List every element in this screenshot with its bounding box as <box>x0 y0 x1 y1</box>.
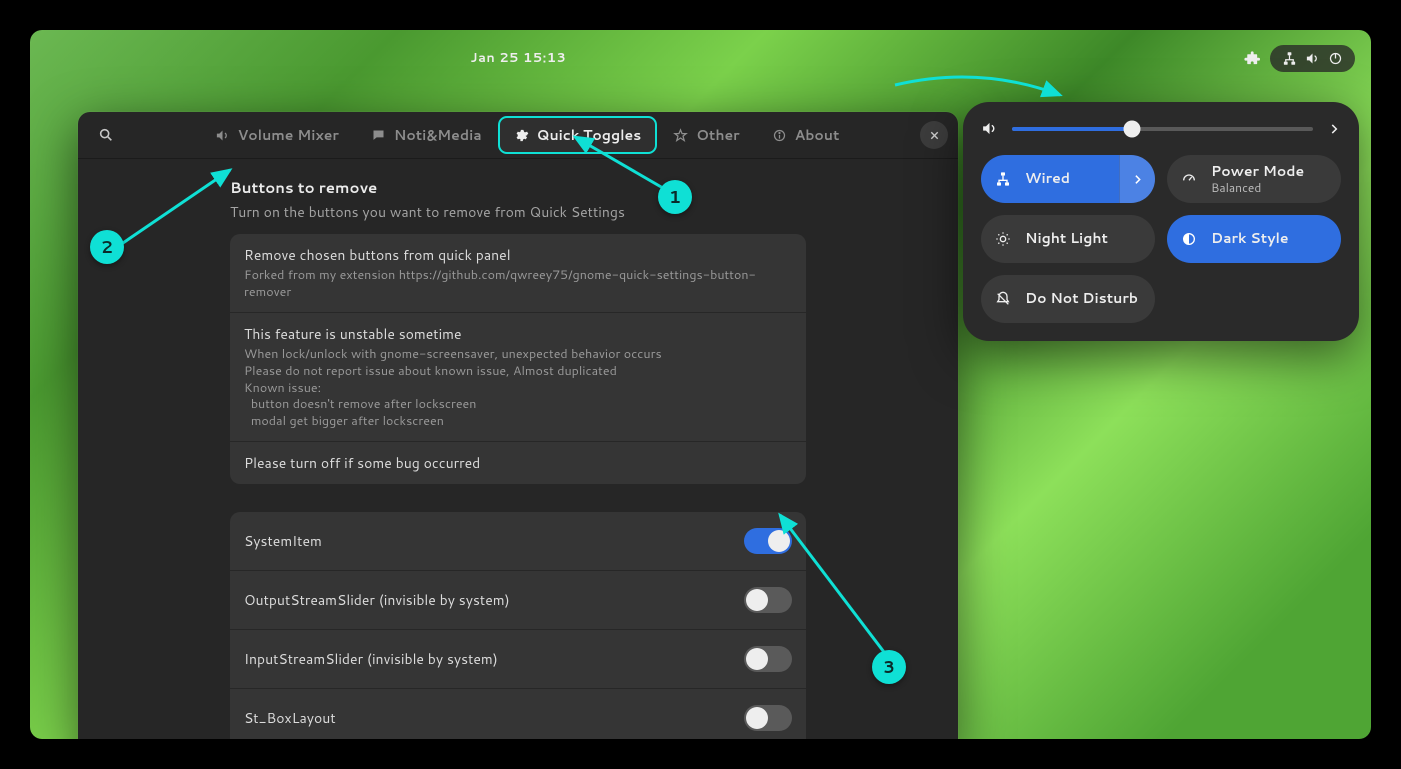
toggle-label: SystemItem <box>244 531 322 551</box>
preferences-window: Volume Mixer Noti&Media Quick Toggles Ot… <box>78 112 958 739</box>
card-title: Please turn off if some bug occurred <box>244 453 792 473</box>
star-icon <box>673 128 688 143</box>
toggle-row-inputstream[interactable]: InputStreamSlider (invisible by system) <box>230 630 806 689</box>
annotation-marker-1: 1 <box>658 180 692 214</box>
tab-label: Quick Toggles <box>537 125 642 145</box>
night-light-icon <box>981 231 1025 247</box>
pill-label: Do Not Disturb <box>1025 291 1155 306</box>
clock: Jan 25 15:13 <box>471 30 567 86</box>
gear-icon <box>514 128 529 143</box>
description-card: Remove chosen buttons from quick panel F… <box>230 234 806 484</box>
info-icon <box>772 128 787 143</box>
quick-settings-popover: Wired Power Mode Balanced <box>963 102 1359 341</box>
volume-icon <box>1305 51 1320 66</box>
toggle-row-stboxlayout[interactable]: St_BoxLayout <box>230 689 806 739</box>
toggle-label: St_BoxLayout <box>244 708 336 728</box>
volume-slider[interactable] <box>1012 127 1313 131</box>
annotation-marker-2: 2 <box>90 230 124 264</box>
status-group[interactable] <box>1270 45 1355 72</box>
pill-wired[interactable]: Wired <box>981 155 1155 203</box>
section-subtitle: Turn on the buttons you want to remove f… <box>230 202 806 222</box>
annotation-marker-3: 3 <box>872 650 906 684</box>
close-button[interactable] <box>920 121 948 149</box>
card-row: Remove chosen buttons from quick panel F… <box>230 234 806 313</box>
desktop: Jan 25 15:13 <box>30 30 1371 739</box>
pill-label: Night Light <box>1025 231 1155 246</box>
volume-row <box>981 120 1341 137</box>
tab-label: About <box>795 125 840 145</box>
toggle-label: OutputStreamSlider (invisible by system) <box>244 590 510 610</box>
card-sub: When lock/unlock with gnome-screensaver,… <box>244 346 792 430</box>
dark-style-icon <box>1167 231 1211 247</box>
toggle-switch[interactable] <box>744 646 792 672</box>
card-sub: Forked from my extension https://github.… <box>244 267 792 301</box>
chevron-right-icon[interactable] <box>1119 155 1155 203</box>
toggle-list: SystemItem OutputStreamSlider (invisible… <box>230 512 806 739</box>
tab-label: Noti&Media <box>394 125 482 145</box>
toggle-row-outputstream[interactable]: OutputStreamSlider (invisible by system) <box>230 571 806 630</box>
card-title: This feature is unstable sometime <box>244 324 792 344</box>
toggle-switch[interactable] <box>744 587 792 613</box>
card-row: Please turn off if some bug occurred <box>230 442 806 484</box>
preferences-header: Volume Mixer Noti&Media Quick Toggles Ot… <box>78 112 958 159</box>
preferences-body: Buttons to remove Turn on the buttons yo… <box>78 159 958 739</box>
tab-bar: Volume Mixer Noti&Media Quick Toggles Ot… <box>134 118 920 152</box>
tab-label: Volume Mixer <box>238 125 339 145</box>
search-button[interactable] <box>88 118 124 152</box>
extension-icon[interactable] <box>1243 50 1260 67</box>
power-icon <box>1328 51 1343 66</box>
pill-label: Power Mode <box>1211 164 1341 179</box>
tab-about[interactable]: About <box>758 118 854 152</box>
pill-dark-style[interactable]: Dark Style <box>1167 215 1341 263</box>
card-row: This feature is unstable sometime When l… <box>230 313 806 442</box>
toggle-switch[interactable] <box>744 705 792 731</box>
toggle-row-systemitem[interactable]: SystemItem <box>230 512 806 571</box>
pill-label: Dark Style <box>1211 231 1341 246</box>
network-wired-icon <box>1282 51 1297 66</box>
speedometer-icon <box>1167 171 1211 187</box>
network-wired-icon <box>981 171 1025 187</box>
top-bar: Jan 25 15:13 <box>30 30 1371 86</box>
pill-label: Wired <box>1025 171 1119 186</box>
pill-do-not-disturb[interactable]: Do Not Disturb <box>981 275 1155 323</box>
pill-sub: Balanced <box>1211 181 1341 194</box>
toggle-label: InputStreamSlider (invisible by system) <box>244 649 498 669</box>
tab-label: Other <box>696 125 739 145</box>
section-title: Buttons to remove <box>230 177 806 198</box>
tab-quick-toggles[interactable]: Quick Toggles <box>500 118 656 152</box>
chevron-right-icon[interactable] <box>1327 122 1341 136</box>
chat-icon <box>371 128 386 143</box>
toggle-switch[interactable] <box>744 528 792 554</box>
pill-power-mode[interactable]: Power Mode Balanced <box>1167 155 1341 203</box>
volume-icon <box>981 120 998 137</box>
dnd-icon <box>981 291 1025 307</box>
card-title: Remove chosen buttons from quick panel <box>244 245 792 265</box>
pill-night-light[interactable]: Night Light <box>981 215 1155 263</box>
tab-other[interactable]: Other <box>659 118 753 152</box>
volume-icon <box>215 128 230 143</box>
tab-volume-mixer[interactable]: Volume Mixer <box>201 118 353 152</box>
system-tray <box>1243 45 1355 72</box>
tab-noti-media[interactable]: Noti&Media <box>357 118 496 152</box>
